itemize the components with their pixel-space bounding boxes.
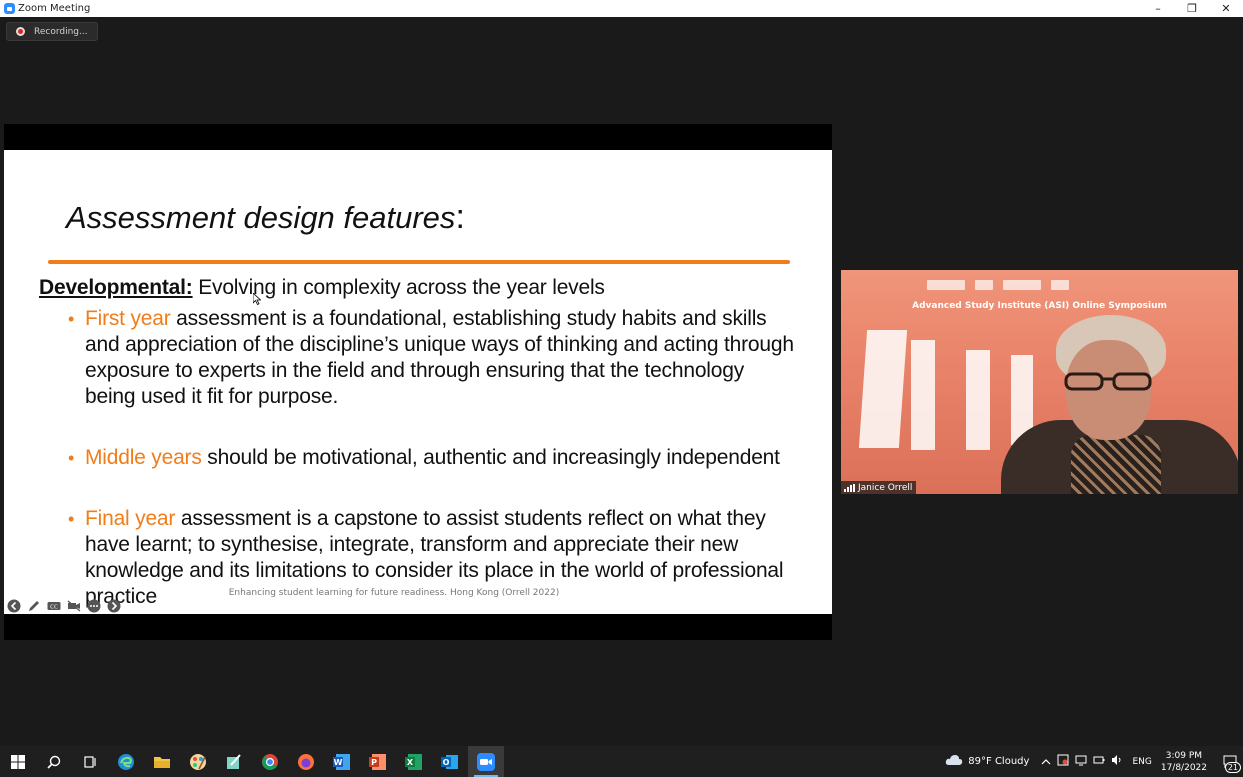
cloud-icon[interactable] — [945, 753, 963, 771]
bullet-dot: • — [68, 309, 75, 329]
slide-title-text: Assessment design features — [66, 200, 456, 235]
bullet-dot: • — [68, 509, 75, 529]
recording-label: Recording... — [34, 26, 88, 37]
background-window — [966, 350, 990, 450]
participant-video[interactable]: Advanced Study Institute (ASI) Online Sy… — [841, 270, 1238, 494]
video-off-icon[interactable] — [67, 599, 81, 613]
logo — [975, 280, 993, 290]
svg-text:CC: CC — [50, 605, 58, 611]
firefox-icon[interactable] — [288, 746, 324, 777]
file-explorer-icon[interactable] — [144, 746, 180, 777]
language-indicator[interactable]: ENG — [1132, 757, 1151, 767]
clock-date: 17/8/2022 — [1160, 762, 1207, 773]
logo — [927, 280, 965, 290]
svg-text:W: W — [334, 758, 343, 767]
window-controls: – ❐ ✕ — [1141, 0, 1243, 17]
paint-icon[interactable] — [180, 746, 216, 777]
bullet-highlight: Middle years — [85, 446, 202, 469]
record-icon — [16, 27, 25, 36]
system-tray: 89°F Cloudy ENG 3:09 PM 17/8/2022 21 — [945, 746, 1243, 777]
word-icon[interactable]: W — [324, 746, 360, 777]
glasses-icon — [1064, 372, 1152, 391]
edge-icon[interactable] — [108, 746, 144, 777]
slide-title: Assessment design features: — [66, 198, 465, 237]
battery-icon[interactable] — [1093, 753, 1105, 771]
svg-text:X: X — [407, 758, 414, 767]
excel-icon[interactable]: X — [396, 746, 432, 777]
minimize-button[interactable]: – — [1141, 0, 1175, 17]
developmental-label: Developmental: — [39, 276, 193, 299]
clock[interactable]: 3:09 PM 17/8/2022 — [1161, 750, 1207, 774]
windows-start-icon[interactable] — [0, 746, 36, 777]
sticky-notes-icon[interactable] — [216, 746, 252, 777]
clock-time: 3:09 PM — [1165, 750, 1203, 761]
shared-screen-letterbox-top — [4, 124, 832, 150]
shared-slide: Assessment design features: Developmenta… — [4, 150, 832, 614]
zoom-app-icon — [4, 3, 15, 14]
video-background-banner: Advanced Study Institute (ASI) Online Sy… — [912, 301, 1167, 311]
bullet-text: should be motivational, authentic and in… — [201, 446, 780, 469]
notifications-icon[interactable]: 21 — [1217, 746, 1243, 777]
bullet-highlight: First year — [85, 307, 171, 330]
bullet-first-year: • First year assessment is a foundationa… — [68, 306, 798, 410]
more-icon[interactable] — [87, 599, 101, 613]
task-view-icon[interactable] — [72, 746, 108, 777]
svg-text:P: P — [371, 758, 377, 767]
recording-indicator[interactable]: Recording... — [6, 22, 98, 41]
background-window — [858, 330, 908, 448]
bullet-highlight: Final year — [85, 507, 176, 530]
sponsor-logos — [927, 280, 1069, 290]
mouse-cursor-icon — [252, 292, 262, 310]
network-icon[interactable] — [1075, 753, 1087, 771]
volume-icon[interactable] — [1111, 753, 1123, 771]
search-icon[interactable] — [36, 746, 72, 777]
shared-screen-letterbox-bottom — [4, 614, 832, 640]
slide-title-colon: : — [455, 198, 465, 236]
captions-icon[interactable]: CC — [47, 599, 61, 613]
window-title-bar: Zoom Meeting – ❐ ✕ — [0, 0, 1243, 17]
title-divider — [48, 260, 790, 264]
powerpoint-icon[interactable]: P — [360, 746, 396, 777]
outlook-icon[interactable]: O — [432, 746, 468, 777]
bullet-middle-years: • Middle years should be motivational, a… — [68, 445, 798, 471]
participant-scarf — [1071, 435, 1161, 494]
slide-toolbar: CC — [7, 599, 121, 613]
notification-count: 21 — [1224, 762, 1241, 773]
developmental-heading: Developmental: Evolving in complexity ac… — [39, 276, 605, 300]
logo — [1003, 280, 1041, 290]
security-icon[interactable] — [1057, 753, 1069, 771]
weather-text[interactable]: 89°F Cloudy — [968, 756, 1029, 767]
back-arrow-icon[interactable] — [7, 599, 21, 613]
close-button[interactable]: ✕ — [1209, 0, 1243, 17]
pen-icon[interactable] — [27, 599, 41, 613]
signal-strength-icon — [844, 483, 855, 492]
background-window — [911, 340, 935, 450]
window-title: Zoom Meeting — [18, 3, 91, 14]
chevron-up-icon[interactable] — [1041, 753, 1051, 771]
zoom-icon[interactable] — [468, 746, 504, 777]
restore-button[interactable]: ❐ — [1175, 0, 1209, 17]
windows-taskbar: W P X O 89°F Cloudy ENG 3:09 PM 17/8/202… — [0, 746, 1243, 777]
chrome-icon[interactable] — [252, 746, 288, 777]
logo — [1051, 280, 1069, 290]
svg-text:O: O — [443, 758, 450, 767]
bullet-dot: • — [68, 448, 75, 468]
participant-name: Janice Orrell — [858, 482, 913, 493]
slide-footer: Enhancing student learning for future re… — [228, 588, 560, 598]
participant-name-tag: Janice Orrell — [841, 481, 917, 494]
bullet-text: assessment is a foundational, establishi… — [85, 307, 794, 408]
forward-arrow-icon[interactable] — [107, 599, 121, 613]
